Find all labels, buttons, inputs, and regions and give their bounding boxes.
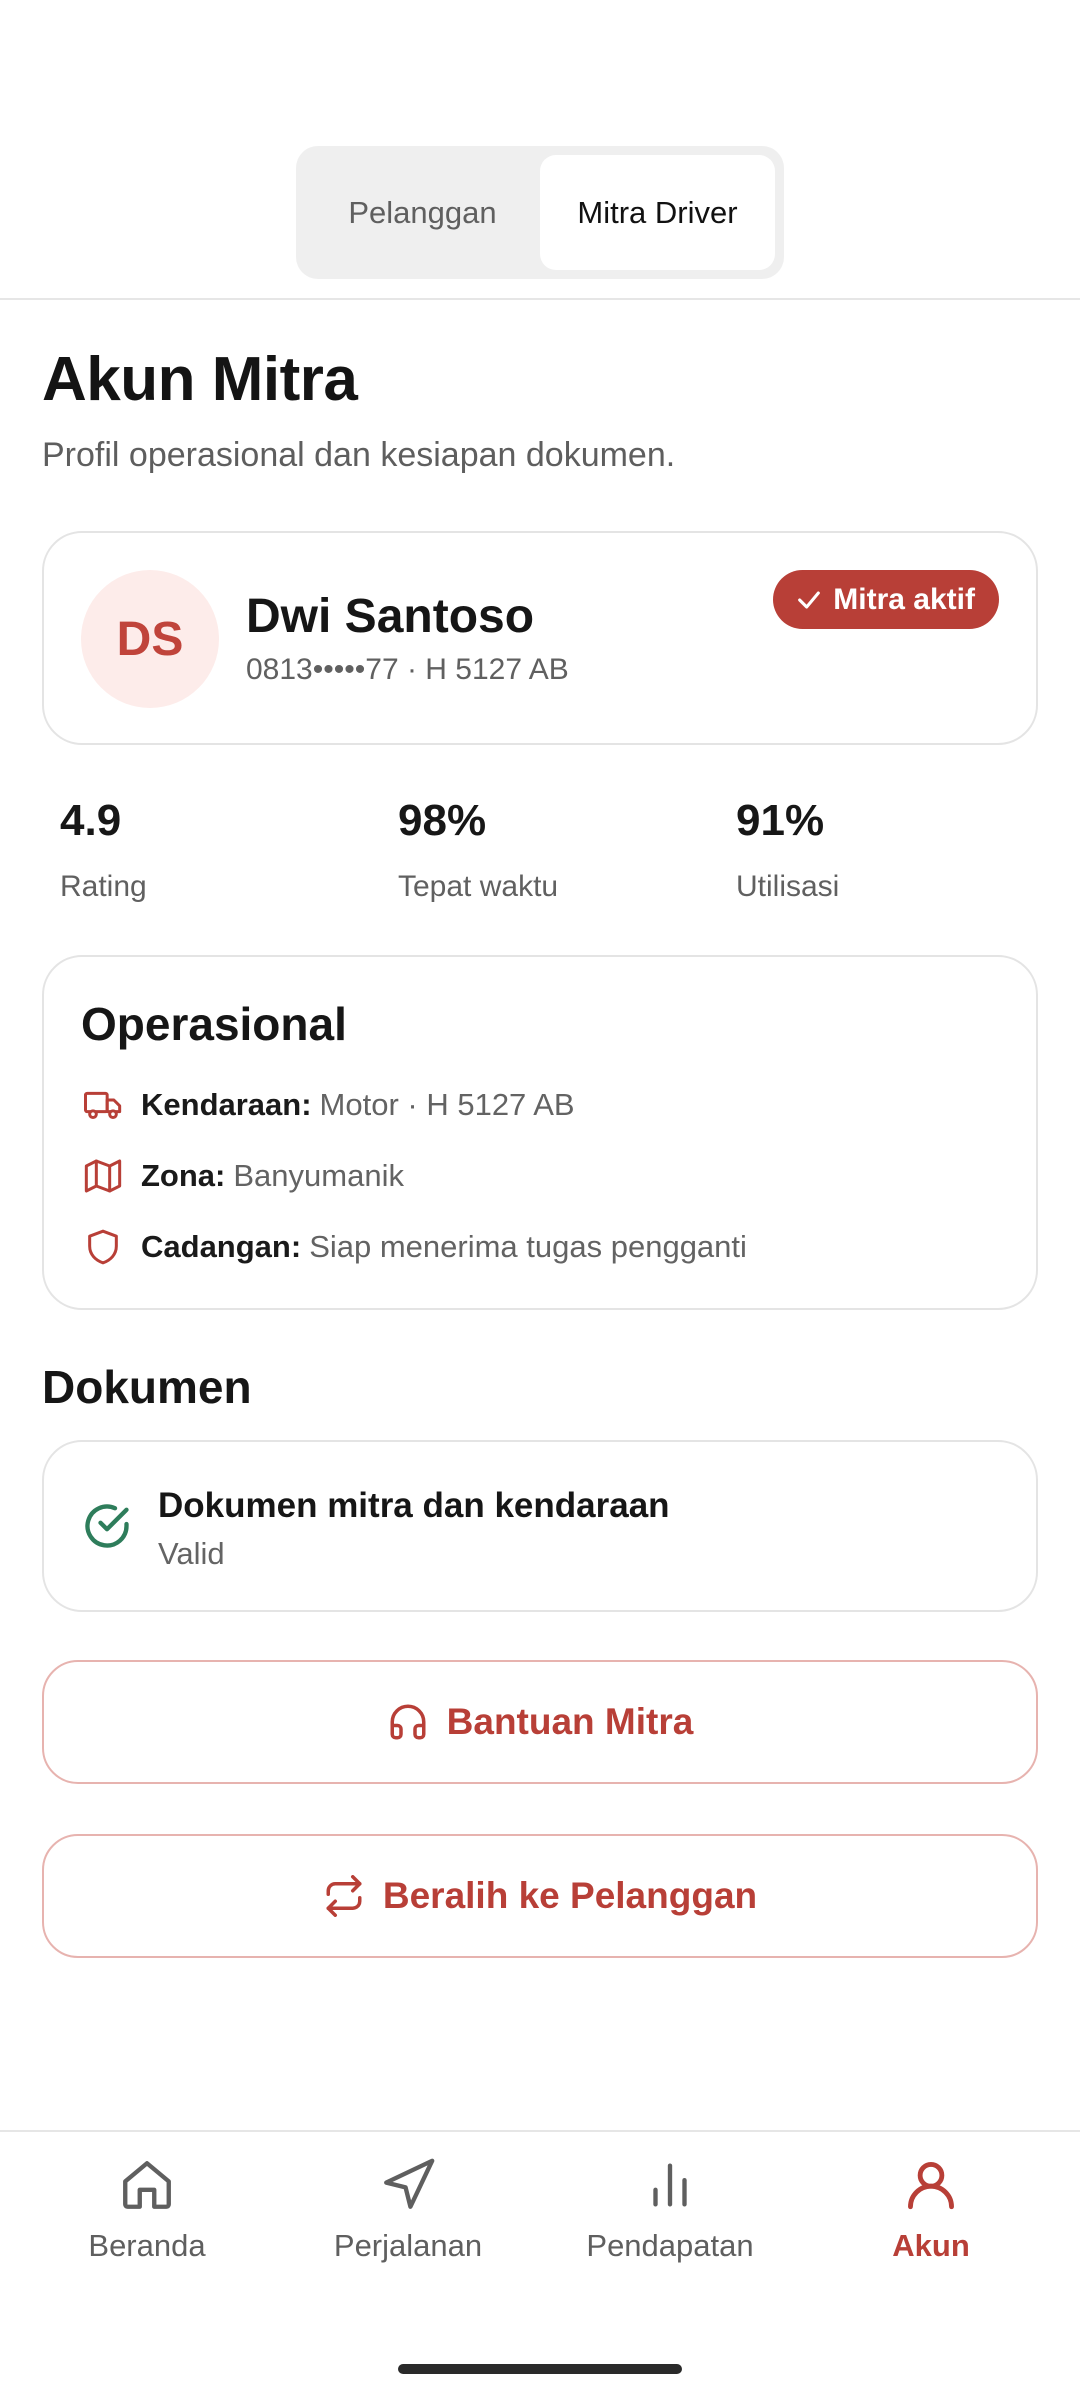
partner-help-button[interactable]: Bantuan Mitra [42,1660,1038,1784]
document-title: Dokumen mitra dan kendaraan [158,1486,670,1525]
home-indicator[interactable] [398,2364,682,2374]
nav-item-pendapatan[interactable]: Pendapatan [540,2156,800,2264]
check-circle-icon [85,1504,129,1548]
operational-title: Operasional [81,998,347,1050]
shield-icon [81,1225,125,1269]
nav-label: Pendapatan [586,2228,754,2263]
profile-card: DS Dwi Santoso 0813•••••77 · H 5127 AB M… [42,531,1038,745]
ops-value: Motor · H 5127 AB [319,1087,575,1122]
ops-row-backup: Cadangan: Siap menerima tugas pengganti [81,1225,747,1269]
avatar: DS [81,570,219,708]
documents-section-title: Dokumen [42,1361,252,1413]
status-badge: Mitra aktif [773,570,999,629]
nav-item-akun[interactable]: Akun [801,2156,1061,2264]
switch-to-customer-label: Beralih ke Pelanggan [382,1875,758,1916]
stat-value: 91% [736,796,825,845]
nav-label: Akun [892,2228,970,2263]
ops-row-zone: Zona: Banyumanik [81,1154,404,1198]
role-switch: Pelanggan Mitra Driver [296,146,784,279]
ops-value: Banyumanik [233,1158,404,1193]
status-badge-label: Mitra aktif [833,582,975,616]
stat-label: Rating [60,870,147,903]
truck-icon [81,1083,125,1127]
nav-label: Beranda [88,2228,206,2263]
stat-rating: 4.9 Rating [60,796,360,904]
header-divider [0,298,1080,300]
stat-value: 4.9 [60,796,122,845]
check-icon [798,590,821,609]
user-icon [908,2162,954,2210]
headphones-icon [390,1704,426,1740]
ops-value: Siap menerima tugas pengganti [309,1229,747,1264]
navigation-icon [384,2158,435,2209]
document-item[interactable]: Dokumen mitra dan kendaraan Valid [42,1440,1038,1612]
nav-item-perjalanan[interactable]: Perjalanan [278,2156,538,2264]
bottom-nav: Beranda Perjalanan Pendapatan Akun [0,2130,1080,2400]
profile-name: Dwi Santoso [246,590,535,643]
switch-to-customer-button[interactable]: Beralih ke Pelanggan [42,1834,1038,1958]
document-status: Valid [158,1536,225,1571]
map-icon [81,1154,125,1198]
operational-card: Operasional Kendaraan: Motor · H 5127 AB [42,955,1038,1310]
nav-item-beranda[interactable]: Beranda [17,2156,277,2264]
page-title: Akun Mitra [42,345,358,414]
app-screen: Pelanggan Mitra Driver Akun Mitra Profil… [0,0,1080,2400]
home-icon [123,2161,171,2209]
ops-label: Kendaraan: [141,1087,312,1122]
bar-chart-icon [653,2163,687,2207]
tab-pelanggan[interactable]: Pelanggan [305,155,540,270]
page-subtitle: Profil operasional dan kesiapan dokumen. [42,436,676,474]
ops-label: Zona: [141,1158,226,1193]
stat-label: Tepat waktu [398,870,559,903]
repeat-icon [326,1875,362,1917]
profile-meta: 0813•••••77 · H 5127 AB [246,653,569,686]
nav-label: Perjalanan [333,2228,483,2263]
stat-value: 98% [398,796,487,845]
stat-label: Utilisasi [736,870,840,903]
stat-utilization: 91% Utilisasi [736,796,1036,904]
ops-label: Cadangan: [141,1229,302,1264]
partner-help-label: Bantuan Mitra [446,1701,694,1742]
tab-mitra-driver[interactable]: Mitra Driver [540,155,775,270]
ops-row-vehicle: Kendaraan: Motor · H 5127 AB [81,1083,575,1127]
stat-on-time: 98% Tepat waktu [398,796,698,904]
